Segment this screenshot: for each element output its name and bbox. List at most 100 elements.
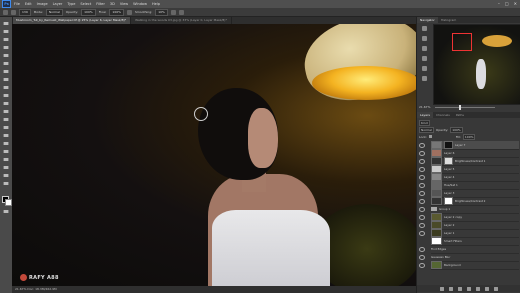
blur-tool-icon[interactable]	[3, 117, 9, 122]
menu-filter[interactable]: Filter	[96, 2, 105, 6]
blend-mode-select[interactable]: Normal	[419, 126, 434, 133]
airbrush-icon[interactable]	[126, 9, 132, 15]
layer-mask-thumbnail[interactable]	[444, 197, 453, 205]
swatches-panel-icon[interactable]	[421, 56, 427, 61]
navigator-view-box[interactable]	[452, 33, 472, 51]
lock-icon[interactable]	[428, 135, 432, 138]
layer-opacity-field[interactable]: 100%	[450, 126, 463, 133]
opacity-field[interactable]: 100%	[81, 8, 96, 16]
eyedropper-tool-icon[interactable]	[3, 61, 9, 66]
adjustment-layer-icon[interactable]	[467, 286, 471, 291]
menu-image[interactable]: Image	[37, 2, 48, 6]
properties-panel-icon[interactable]	[421, 46, 427, 51]
fill-field[interactable]: 100%	[462, 133, 476, 140]
brush-tool-icon[interactable]	[3, 77, 9, 82]
trash-icon[interactable]	[494, 286, 498, 291]
visibility-eye-icon[interactable]	[419, 215, 425, 220]
visibility-eye-icon[interactable]	[419, 167, 425, 172]
visibility-eye-icon[interactable]	[419, 199, 425, 204]
path-select-tool-icon[interactable]	[3, 149, 9, 154]
new-group-icon[interactable]	[476, 286, 480, 291]
menu-help[interactable]: Help	[152, 2, 160, 6]
visibility-eye-icon[interactable]	[419, 159, 425, 164]
visibility-eye-icon[interactable]	[419, 255, 425, 260]
tab-paths[interactable]: Paths	[453, 112, 467, 118]
marquee-tool-icon[interactable]	[3, 29, 9, 34]
adjustments-panel-icon[interactable]	[421, 36, 427, 41]
zoom-slider-knob[interactable]	[459, 105, 461, 110]
menu-window[interactable]: Window	[133, 2, 147, 6]
menu-select[interactable]: Select	[80, 2, 91, 6]
crop-tool-icon[interactable]	[3, 53, 9, 58]
kind-filter-select[interactable]: Kind	[419, 119, 430, 126]
pen-tool-icon[interactable]	[3, 133, 9, 138]
menu-file[interactable]: File	[14, 2, 20, 6]
minimize-button[interactable]: –	[498, 1, 500, 6]
visibility-eye-icon[interactable]	[419, 231, 425, 236]
visibility-eye-icon[interactable]	[419, 191, 425, 196]
maximize-button[interactable]: □	[505, 1, 509, 6]
character-panel-icon[interactable]	[421, 76, 427, 81]
visibility-eye-icon[interactable]	[419, 263, 425, 268]
quick-select-tool-icon[interactable]	[3, 45, 9, 50]
lasso-tool-icon[interactable]	[3, 37, 9, 42]
brush-preset-icon[interactable]	[11, 9, 16, 15]
visibility-eye-icon[interactable]	[419, 183, 425, 188]
tab-mushroom-doc[interactable]: Mushroom_Tut_by_Remus0_Wallpaper.tif @ 2…	[12, 17, 132, 24]
more-tools-icon[interactable]	[3, 181, 9, 186]
home-icon[interactable]	[3, 9, 8, 15]
background-color-swatch[interactable]	[5, 199, 12, 206]
quick-mask-icon[interactable]	[3, 209, 9, 214]
clone-stamp-tool-icon[interactable]	[3, 85, 9, 90]
zoom-tool-icon[interactable]	[3, 173, 9, 178]
adjustment-thumbnail	[431, 197, 442, 205]
move-tool-icon[interactable]	[3, 21, 9, 26]
menu-layer[interactable]: Layer	[53, 2, 63, 6]
layer-name: Find Edges	[431, 247, 447, 251]
tab-channels[interactable]: Channels	[433, 112, 453, 118]
layer-mask-thumbnail[interactable]	[444, 141, 453, 149]
healing-brush-tool-icon[interactable]	[3, 69, 9, 74]
zoom-slider[interactable]	[435, 107, 495, 108]
tab-layers[interactable]: Layers	[417, 112, 433, 118]
shape-tool-icon[interactable]	[3, 157, 9, 162]
menu-edit[interactable]: Edit	[25, 2, 32, 6]
navigator-thumbnail[interactable]	[433, 24, 520, 105]
menu-type[interactable]: Type	[67, 2, 75, 6]
history-panel-icon[interactable]	[421, 26, 427, 31]
thumb-figure	[476, 59, 486, 89]
background-layer-row[interactable]: Background	[419, 261, 519, 270]
visibility-eye-icon[interactable]	[419, 207, 425, 212]
dodge-tool-icon[interactable]	[3, 125, 9, 130]
gradient-tool-icon[interactable]	[3, 109, 9, 114]
symmetry-icon[interactable]	[178, 9, 184, 15]
visibility-eye-icon[interactable]	[419, 223, 425, 228]
hand-tool-icon[interactable]	[3, 165, 9, 170]
visibility-eye-icon[interactable]	[419, 175, 425, 180]
menu-3d[interactable]: 3D	[110, 2, 115, 6]
visibility-eye-icon[interactable]	[419, 151, 425, 156]
document-canvas[interactable]: RAFY A88	[12, 24, 416, 286]
brushes-panel-icon[interactable]	[421, 66, 427, 71]
tab-navigator[interactable]: Navigator	[417, 17, 438, 23]
visibility-eye-icon[interactable]	[419, 247, 425, 252]
history-brush-tool-icon[interactable]	[3, 93, 9, 98]
new-layer-icon[interactable]	[485, 286, 489, 291]
brush-size-field[interactable]: 139	[19, 8, 31, 16]
add-mask-icon[interactable]	[458, 286, 462, 291]
layer-mask-thumbnail[interactable]	[444, 157, 453, 165]
settings-gear-icon[interactable]	[170, 9, 176, 15]
visibility-eye-icon[interactable]	[419, 143, 425, 148]
menu-view[interactable]: View	[120, 2, 128, 6]
tab-histogram[interactable]: Histogram	[438, 17, 460, 23]
type-tool-icon[interactable]	[3, 141, 9, 146]
eraser-tool-icon[interactable]	[3, 101, 9, 106]
layer-style-icon[interactable]	[449, 286, 453, 291]
zoom-value[interactable]: 21.67%	[419, 105, 430, 109]
mode-select[interactable]: Normal	[45, 8, 63, 16]
link-layers-icon[interactable]	[440, 286, 444, 291]
smoothing-field[interactable]: 10%	[155, 8, 168, 16]
close-button[interactable]: ✕	[514, 1, 517, 6]
tab-walking-doc[interactable]: Walking in the woods 03.jpg @ 33% (Layer…	[131, 17, 232, 24]
flow-field[interactable]: 100%	[109, 8, 124, 16]
